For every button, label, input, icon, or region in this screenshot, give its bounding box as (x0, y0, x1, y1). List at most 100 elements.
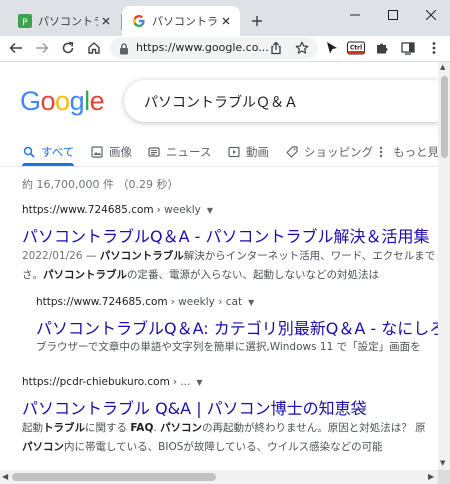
snippet-bold: パソコントラブル (99, 250, 184, 262)
tab-videos[interactable]: 動画 (227, 142, 269, 162)
chevron-down-icon[interactable]: ▼ (196, 378, 202, 387)
tab-label: すべて (41, 145, 75, 159)
scroll-down-arrow-icon[interactable]: ▼ (440, 459, 445, 467)
tab-news[interactable]: ニュース (147, 142, 211, 162)
bookmark-star-icon[interactable] (292, 38, 312, 58)
result-title-link[interactable]: パソコントラブルQ＆A - パソコントラブル解決＆活用集 (22, 223, 430, 247)
logo-letter: o (55, 86, 70, 116)
snippet-text: 起動 (22, 422, 43, 434)
svg-text:P: P (22, 18, 28, 28)
google-logo[interactable]: Google (20, 86, 105, 117)
cursor-extension-icon[interactable] (322, 38, 342, 58)
result-date: 2022/01/26 (22, 250, 83, 262)
chevron-down-icon[interactable]: ▼ (248, 298, 254, 307)
logo-letter: e (89, 86, 105, 116)
home-icon[interactable] (84, 38, 104, 58)
ctrl-label: Ctrl (350, 45, 362, 52)
scroll-left-arrow-icon[interactable]: ◀ (2, 472, 8, 481)
back-arrow-icon[interactable] (6, 38, 26, 58)
snippet-bold: パソコントラブル (43, 269, 127, 281)
tab-label: もっと見 (393, 145, 438, 159)
sidepanel-icon[interactable] (398, 38, 418, 58)
result-url[interactable]: https://www.724685.com › weekly ▼ (22, 204, 213, 216)
search-input[interactable]: パソコントラブルＱ＆Ａ (124, 80, 438, 122)
search-nav-tabs: すべて 画像 ニュース 動画 ショッピング もっと見 (0, 136, 438, 166)
tab-images[interactable]: 画像 (90, 142, 132, 162)
green-site-favicon-icon: P (18, 14, 32, 28)
result-snippet: パソコン内に帯電している、BIOSが故障している、ウイルス感染などの可能 (22, 438, 383, 457)
ctrl-extension-icon[interactable]: Ctrl (346, 38, 366, 58)
tab-strip: P パソコントラブルQ＆ パソコントラブルQ＆ (0, 0, 450, 36)
result-breadcrumb: › weekly › cat (170, 296, 243, 308)
logo-letter: g (69, 86, 85, 116)
logo-letter: G (20, 86, 41, 116)
close-tab-icon[interactable] (218, 13, 234, 29)
address-bar[interactable]: https://www.google.co... (110, 37, 318, 59)
snippet-text: の再起動が終わりません。原因と対処法は？ 原 (202, 422, 426, 434)
snippet-text: に関する (85, 422, 131, 434)
chevron-down-icon[interactable]: ▼ (207, 206, 213, 215)
share-icon[interactable] (266, 38, 286, 58)
result-breadcrumb: › weekly (156, 204, 201, 216)
snippet-text: 内に帯電している、BIOSが故障している、ウイルス感染などの可能 (64, 441, 383, 453)
video-play-icon (227, 145, 241, 159)
tab-inactive[interactable]: P パソコントラブルQ＆ (8, 6, 120, 36)
tab-more[interactable]: もっと見 (374, 142, 438, 162)
result-url[interactable]: https://pcdr-chiebukuro.com › ... ▼ (22, 376, 203, 388)
result-title-link[interactable]: パソコントラブルQ＆A: カテゴリ別最新Q＆A - なにしろ (36, 315, 438, 339)
tab-label: ショッピング (304, 145, 373, 159)
search-query: パソコントラブルＱ＆Ａ (144, 95, 298, 111)
horizontal-scroll-thumb[interactable] (12, 473, 216, 481)
tab-all[interactable]: すべて (22, 142, 74, 162)
close-tab-icon[interactable] (98, 13, 114, 29)
snippet-text: 解決からインターネット活用、ワード、エクセルまで (183, 250, 436, 262)
forward-arrow-icon[interactable] (32, 38, 52, 58)
snippet-text: — (82, 250, 100, 262)
result-stats: 約 16,700,000 件 （0.29 秒） (22, 178, 179, 191)
nav-divider (0, 166, 438, 167)
result-site: https://pcdr-chiebukuro.com (22, 376, 170, 388)
new-tab-plus-icon[interactable] (246, 10, 268, 32)
result-site: https://www.724685.com (22, 204, 154, 216)
result-url[interactable]: https://www.724685.com › weekly › cat ▼ (36, 296, 254, 308)
tag-icon (285, 145, 299, 159)
scrollbar-corner (438, 470, 450, 484)
browser-toolbar: https://www.google.co... Ctrl (0, 36, 450, 61)
reload-icon[interactable] (58, 38, 78, 58)
snippet-bold: パソコン (160, 422, 203, 434)
maximize-window-icon[interactable] (376, 0, 410, 30)
more-dots-icon (374, 145, 388, 159)
scroll-right-arrow-icon[interactable]: ▶ (428, 472, 434, 481)
snippet-bold: パソコン (22, 441, 64, 453)
menu-dots-icon[interactable] (424, 38, 444, 58)
puzzle-extensions-icon[interactable] (372, 38, 392, 58)
snippet-bold: トラブル (43, 422, 85, 434)
snippet-bold: FAQ (130, 422, 154, 434)
close-window-icon[interactable] (414, 0, 448, 30)
result-snippet: 2022/01/26 — パソコントラブル解決からインターネット活用、ワード、エ… (22, 247, 435, 266)
scroll-up-arrow-icon[interactable]: ▲ (440, 63, 445, 71)
tab-label: ニュース (166, 145, 212, 159)
result-title-link[interactable]: パソコントラブル Q&A | パソコン博士の知恵袋 (22, 395, 367, 419)
lock-icon[interactable] (118, 41, 130, 55)
news-icon (147, 145, 161, 159)
snippet-text: の定番、電源が入らない、起動しないなどの対処法は (127, 269, 379, 281)
result-snippet: さ。パソコントラブルの定番、電源が入らない、起動しないなどの対処法は (22, 266, 379, 285)
tab-title: パソコントラブルQ＆ (38, 15, 98, 28)
google-results-page: Google パソコントラブルＱ＆Ａ すべて 画像 ニュース 動画 ショッピング… (0, 62, 438, 470)
minimize-window-icon[interactable] (338, 0, 372, 30)
tab-label: 画像 (109, 145, 132, 159)
tab-shopping[interactable]: ショッピング (285, 142, 373, 162)
result-snippet: ブラウザーで文章中の単語や文字列を簡単に選択,Windows 11 で「設定」画… (36, 341, 421, 353)
snippet-text: さ。 (22, 269, 43, 281)
tab-active[interactable]: パソコントラブルQ＆ (122, 6, 240, 36)
result-breadcrumb: › ... (172, 376, 191, 388)
tab-label: 動画 (246, 145, 269, 159)
image-icon (90, 145, 104, 159)
result-snippet: 起動トラブルに関する FAQ. パソコンの再起動が終わりません。原因と対処法は？… (22, 419, 426, 438)
vertical-scroll-thumb[interactable] (441, 76, 448, 158)
logo-letter: o (40, 86, 56, 116)
url-text: https://www.google.co... (136, 41, 269, 54)
search-icon (22, 145, 36, 159)
tab-title: パソコントラブルQ＆ (152, 15, 218, 28)
